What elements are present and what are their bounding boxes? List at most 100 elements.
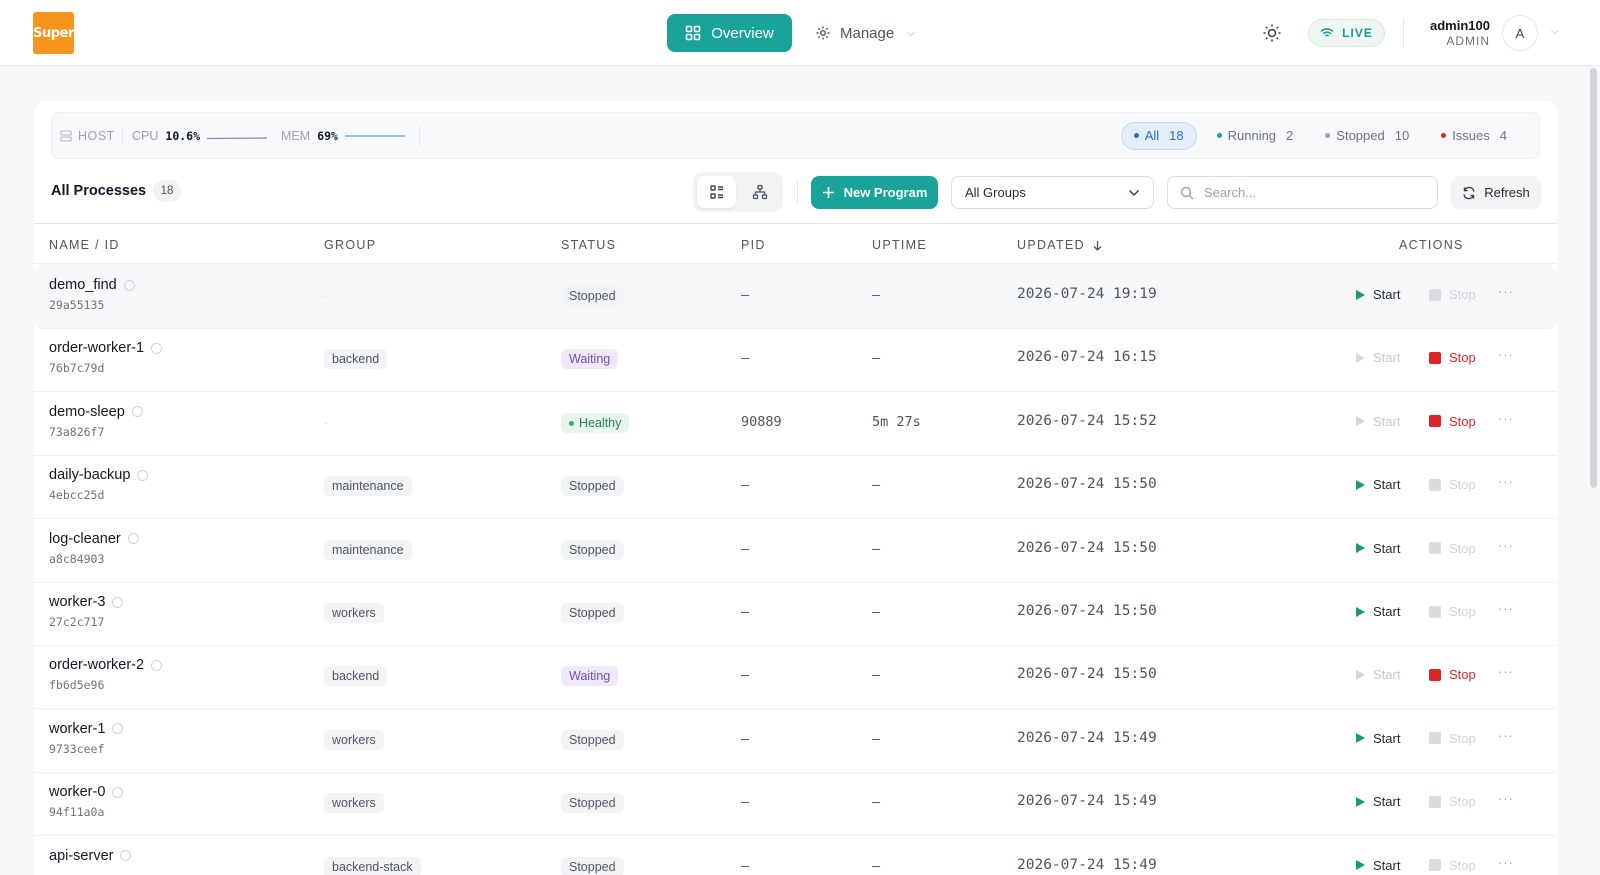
status-dot-icon [1441,133,1447,138]
stop-button[interactable]: Stop [1429,731,1476,746]
stop-button[interactable]: Stop [1429,604,1476,619]
nav-manage-menu[interactable]: Manage ⌵ [815,14,915,52]
process-name[interactable]: order-worker-1 [49,340,144,356]
table-row[interactable]: worker-3 27c2c717 workers Stopped – – 20… [34,581,1557,646]
column-header-name[interactable]: NAME / ID [49,238,120,252]
table-row[interactable]: order-worker-2 fb6d5e96 backend Waiting … [34,644,1557,710]
process-name[interactable]: log-cleaner [49,531,121,547]
start-button[interactable]: Start [1355,414,1400,429]
table-row[interactable]: worker-0 94f11a0a workers Stopped – – 20… [34,771,1557,837]
column-header-status[interactable]: STATUS [561,238,616,252]
start-button[interactable]: Start [1355,287,1400,302]
process-name-cell: daily-backup [49,467,149,483]
status-badge: Waiting [561,349,619,370]
table-row[interactable]: order-worker-1 76b7c79d backend Waiting … [34,327,1557,393]
process-name[interactable]: daily-backup [49,467,130,483]
grid-icon [685,25,701,41]
more-actions-button[interactable]: ··· [1498,855,1514,870]
table-row[interactable]: worker-1 9733ceef workers Stopped – – 20… [34,708,1557,773]
process-name[interactable]: demo-sleep [49,404,125,420]
pid-cell: – [741,857,750,874]
table-row[interactable]: daily-backup 4ebcc25d maintenance Stoppe… [34,454,1557,520]
info-icon[interactable] [112,723,124,735]
stop-button[interactable]: Stop [1429,858,1476,873]
start-button[interactable]: Start [1355,350,1400,365]
table-row[interactable]: api-server backend-stack Stopped – – 202… [34,835,1557,875]
stop-button[interactable]: Stop [1429,350,1476,365]
process-name[interactable]: api-server [49,848,113,864]
tree-view-button[interactable] [740,176,779,208]
refresh-button[interactable]: Refresh [1451,176,1541,209]
filter-all[interactable]: All 18 [1120,121,1197,150]
start-button[interactable]: Start [1355,794,1400,809]
page-scrollbar[interactable] [1590,68,1597,488]
start-button[interactable]: Start [1355,477,1400,492]
start-button[interactable]: Start [1355,604,1400,619]
start-button[interactable]: Start [1355,667,1400,682]
info-icon[interactable] [112,786,124,798]
info-icon[interactable] [131,406,143,418]
status-label: Stopped [569,732,616,747]
stop-button[interactable]: Stop [1429,477,1476,492]
table-row[interactable]: log-cleaner a8c84903 maintenance Stopped… [34,518,1557,583]
info-icon[interactable] [123,279,135,291]
more-actions-button[interactable]: ··· [1498,474,1514,489]
stop-button[interactable]: Stop [1429,541,1476,556]
more-actions-button[interactable]: ··· [1498,664,1514,679]
start-button[interactable]: Start [1355,731,1400,746]
brand-logo[interactable]: Super [33,12,74,54]
stop-button[interactable]: Stop [1429,287,1476,302]
table-row[interactable]: demo-sleep 73a826f7 - Healthy 90889 5m 2… [34,391,1557,456]
avatar[interactable]: A [1502,15,1538,51]
more-actions-button[interactable]: ··· [1498,347,1514,362]
live-status-pill[interactable]: LIVE [1308,19,1385,47]
filter-issues[interactable]: Issues 4 [1429,122,1519,150]
stop-button[interactable]: Stop [1429,667,1476,682]
info-icon[interactable] [112,596,124,608]
more-actions-button[interactable]: ··· [1498,538,1514,553]
info-icon[interactable] [120,850,132,862]
start-button[interactable]: Start [1355,541,1400,556]
column-header-uptime[interactable]: UPTIME [872,238,927,252]
table-row[interactable]: demo_find 29a55135 - Stopped – – 2026-07… [34,264,1557,329]
uptime-cell: – [872,667,881,684]
stop-button[interactable]: Stop [1429,794,1476,809]
more-actions-button[interactable]: ··· [1498,791,1514,806]
column-header-group[interactable]: GROUP [324,238,376,252]
status-label: Stopped [569,796,616,811]
start-label: Start [1373,730,1401,746]
more-actions-button[interactable]: ··· [1498,601,1514,616]
list-view-button[interactable] [697,176,736,208]
info-icon[interactable] [151,342,163,354]
nav-overview-label: Overview [711,24,774,42]
filter-stopped[interactable]: Stopped 10 [1313,122,1421,150]
theme-toggle-button[interactable] [1259,20,1285,46]
server-icon [60,129,72,142]
play-icon [1356,860,1365,871]
search-input[interactable] [1204,185,1424,200]
nav-overview-button[interactable]: Overview [667,14,792,52]
process-name-cell: api-server [49,848,132,864]
process-name[interactable]: worker-3 [49,594,105,610]
column-header-updated[interactable]: UPDATED [1017,238,1102,252]
process-name[interactable]: worker-0 [49,784,105,800]
process-name[interactable]: order-worker-2 [49,657,144,673]
stop-button[interactable]: Stop [1429,414,1476,429]
new-program-label: New Program [843,185,928,200]
new-program-button[interactable]: New Program [811,176,938,209]
updated-cell: 2026-07-24 15:50 [1017,539,1157,556]
process-name[interactable]: demo_find [49,277,117,293]
group-tag: workers [324,729,384,750]
filter-running[interactable]: Running 2 [1205,122,1306,150]
group-select[interactable]: All Groups [951,176,1154,209]
column-header-pid[interactable]: PID [741,238,766,252]
info-icon[interactable] [151,659,163,671]
chevron-down-icon[interactable]: ⌵ [1551,26,1559,37]
more-actions-button[interactable]: ··· [1498,411,1514,426]
info-icon[interactable] [127,533,139,545]
process-name[interactable]: worker-1 [49,721,105,737]
info-icon[interactable] [137,469,149,481]
more-actions-button[interactable]: ··· [1498,284,1514,299]
more-actions-button[interactable]: ··· [1498,728,1514,743]
start-button[interactable]: Start [1355,858,1400,873]
